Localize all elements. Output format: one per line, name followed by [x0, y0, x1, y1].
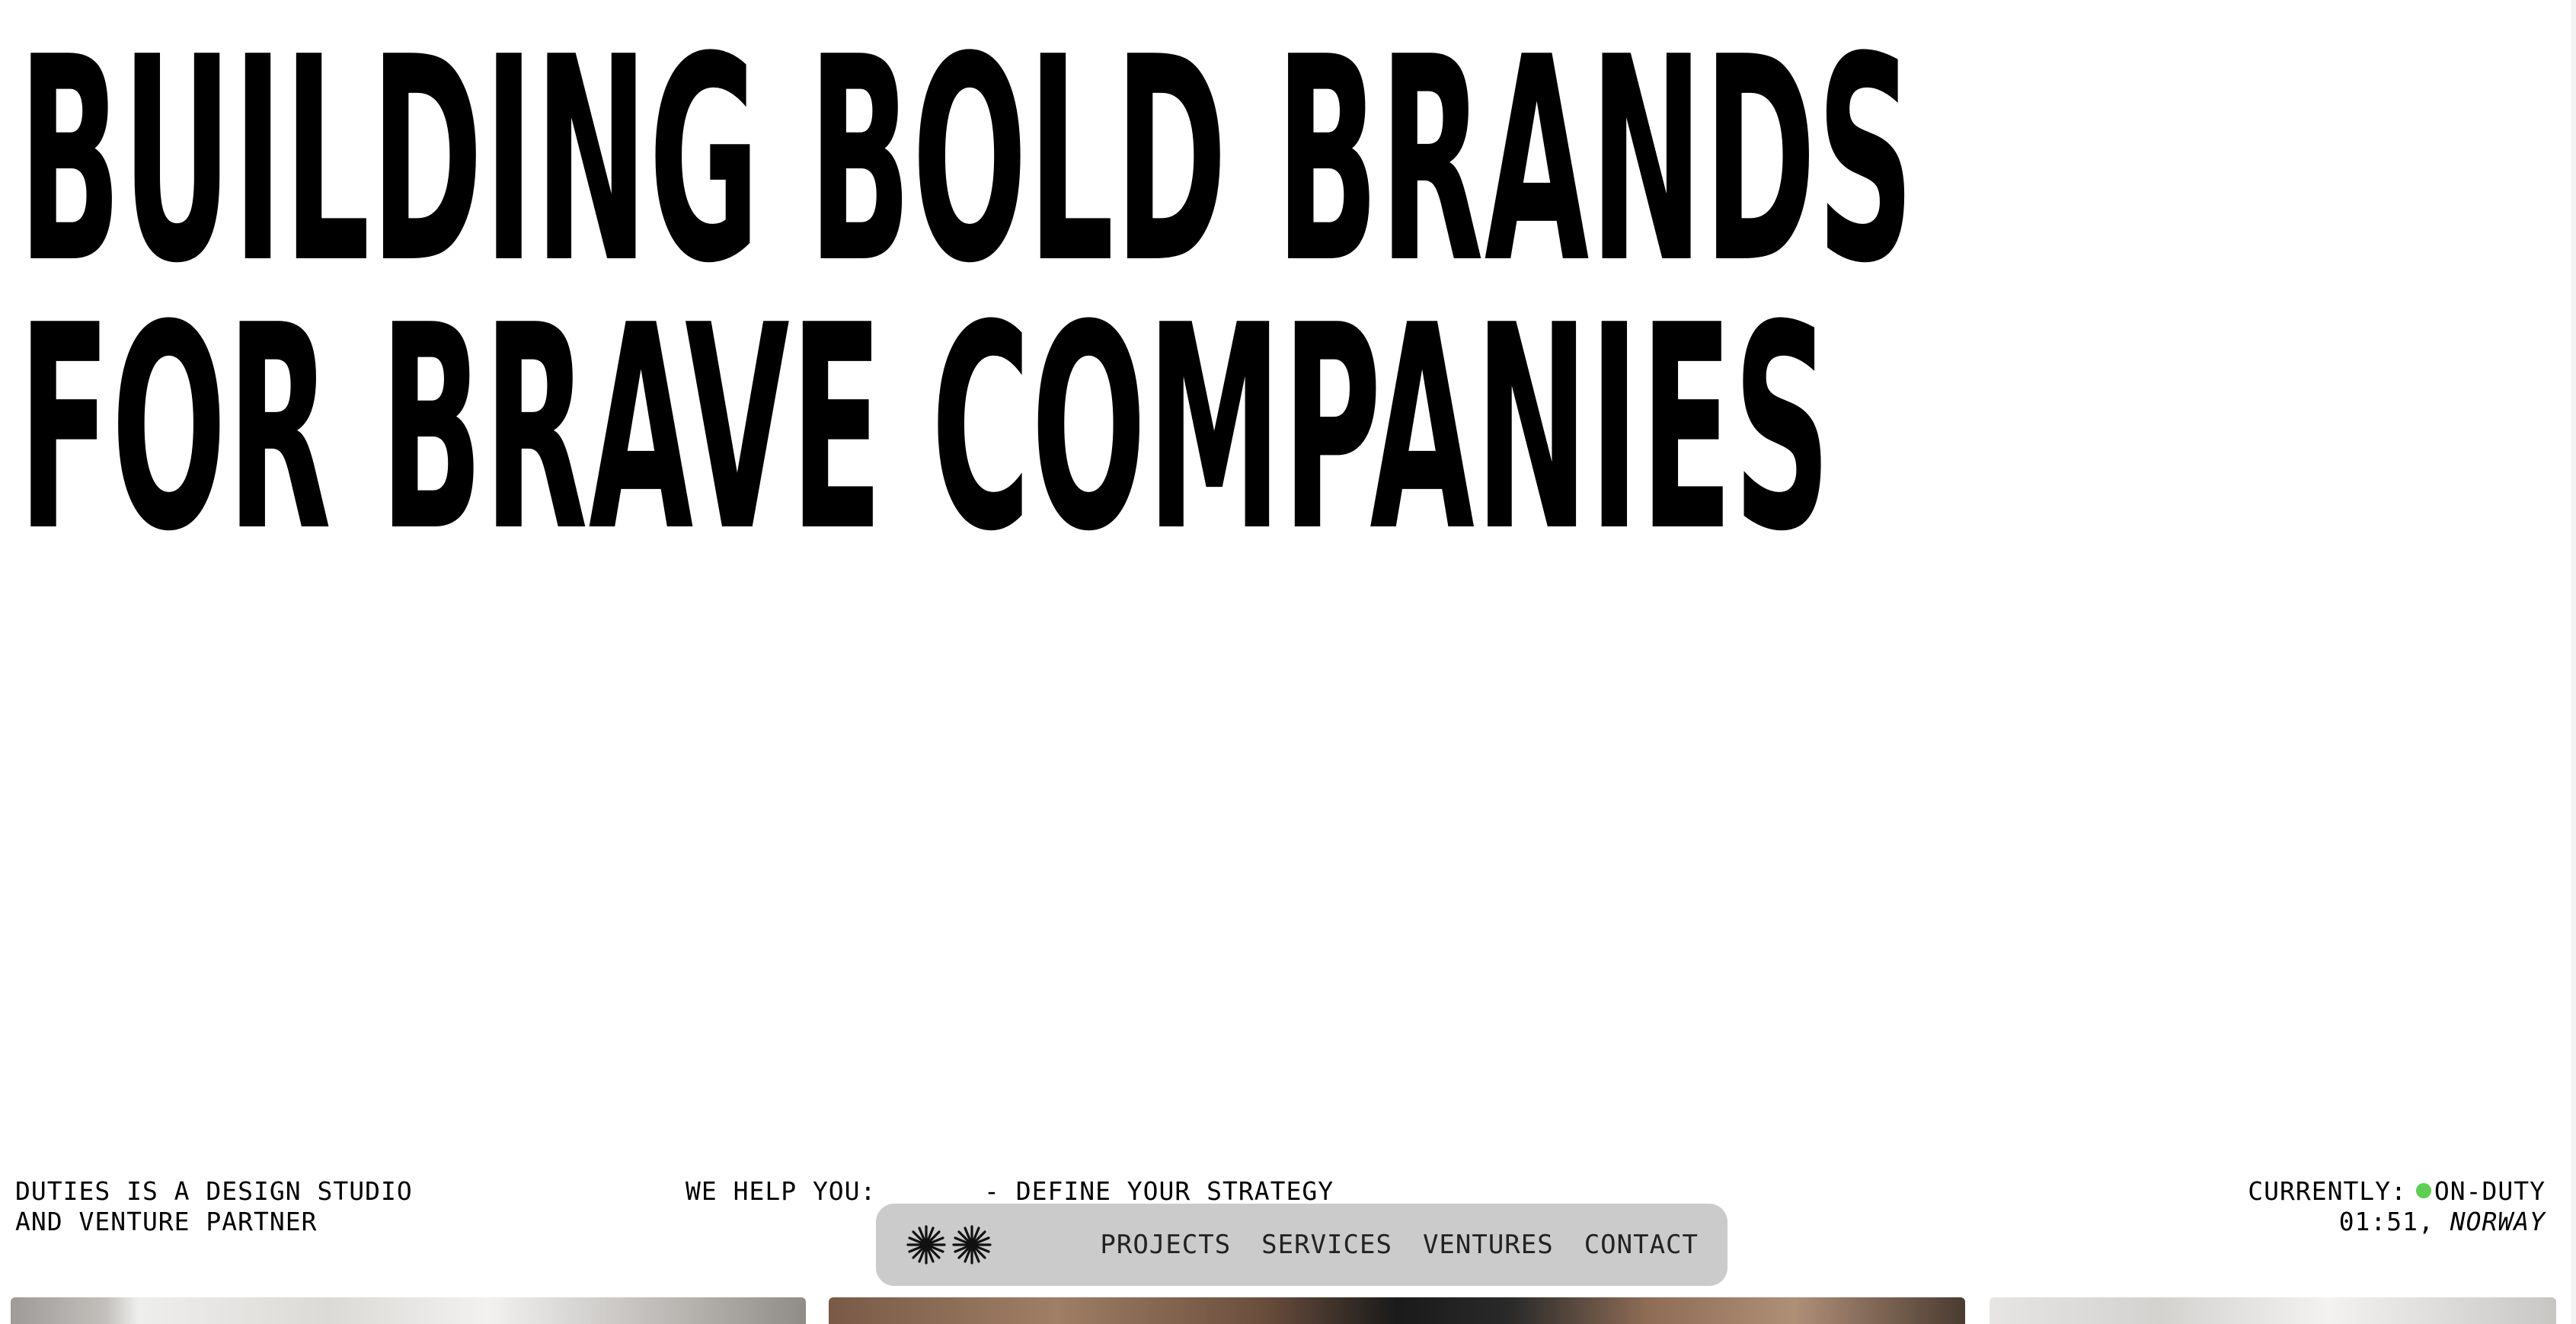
status-dot-icon: [2415, 1183, 2431, 1198]
nav-link-ventures[interactable]: VENTURES: [1423, 1230, 1554, 1260]
studio-description-line-1: DUTIES IS A DESIGN STUDIO: [15, 1176, 413, 1206]
help-item: - DEFINE YOUR STRATEGY: [984, 1176, 1334, 1206]
page: BUILDING BOLD BRANDS FOR BRAVE COMPANIES…: [0, 0, 2576, 1324]
studio-description-line-2: AND VENTURE PARTNER: [15, 1207, 318, 1236]
status-value: ON-DUTY: [2434, 1176, 2546, 1206]
nav-link-projects[interactable]: PROJECTS: [1100, 1230, 1231, 1260]
nav-links: PROJECTS SERVICES VENTURES CONTACT: [1100, 1230, 1699, 1260]
local-time: 01:51,: [2338, 1207, 2434, 1236]
help-label: WE HELP YOU:: [686, 1176, 877, 1206]
project-thumbnail[interactable]: [11, 1297, 806, 1324]
nav-link-contact[interactable]: CONTACT: [1584, 1230, 1699, 1260]
floating-nav-bar: PROJECTS SERVICES VENTURES CONTACT: [876, 1204, 1727, 1286]
hero-headline: BUILDING BOLD BRANDS FOR BRAVE COMPANIES: [18, 0, 1916, 593]
status-label: CURRENTLY:: [2248, 1176, 2407, 1206]
status-block: CURRENTLY: ON-DUTY 01:51, NORWAY: [2248, 1176, 2546, 1237]
scrollbar-track[interactable]: [2571, 0, 2576, 1324]
nav-link-services[interactable]: SERVICES: [1261, 1230, 1392, 1260]
status-line: CURRENTLY: ON-DUTY: [2248, 1176, 2546, 1207]
logo[interactable]: [905, 1223, 993, 1266]
project-thumbnail[interactable]: [1990, 1297, 2556, 1324]
location: NORWAY: [2450, 1207, 2546, 1236]
hero-headline-line-1: BUILDING BOLD BRANDS: [18, 0, 1916, 325]
project-thumbnail[interactable]: [829, 1297, 1965, 1324]
hero-headline-line-2: FOR BRAVE COMPANIES: [18, 266, 1832, 593]
studio-description: DUTIES IS A DESIGN STUDIO AND VENTURE PA…: [15, 1176, 413, 1237]
starburst-icon: [906, 1225, 946, 1265]
time-line: 01:51, NORWAY: [2248, 1207, 2546, 1237]
starburst-icon: [952, 1225, 992, 1265]
